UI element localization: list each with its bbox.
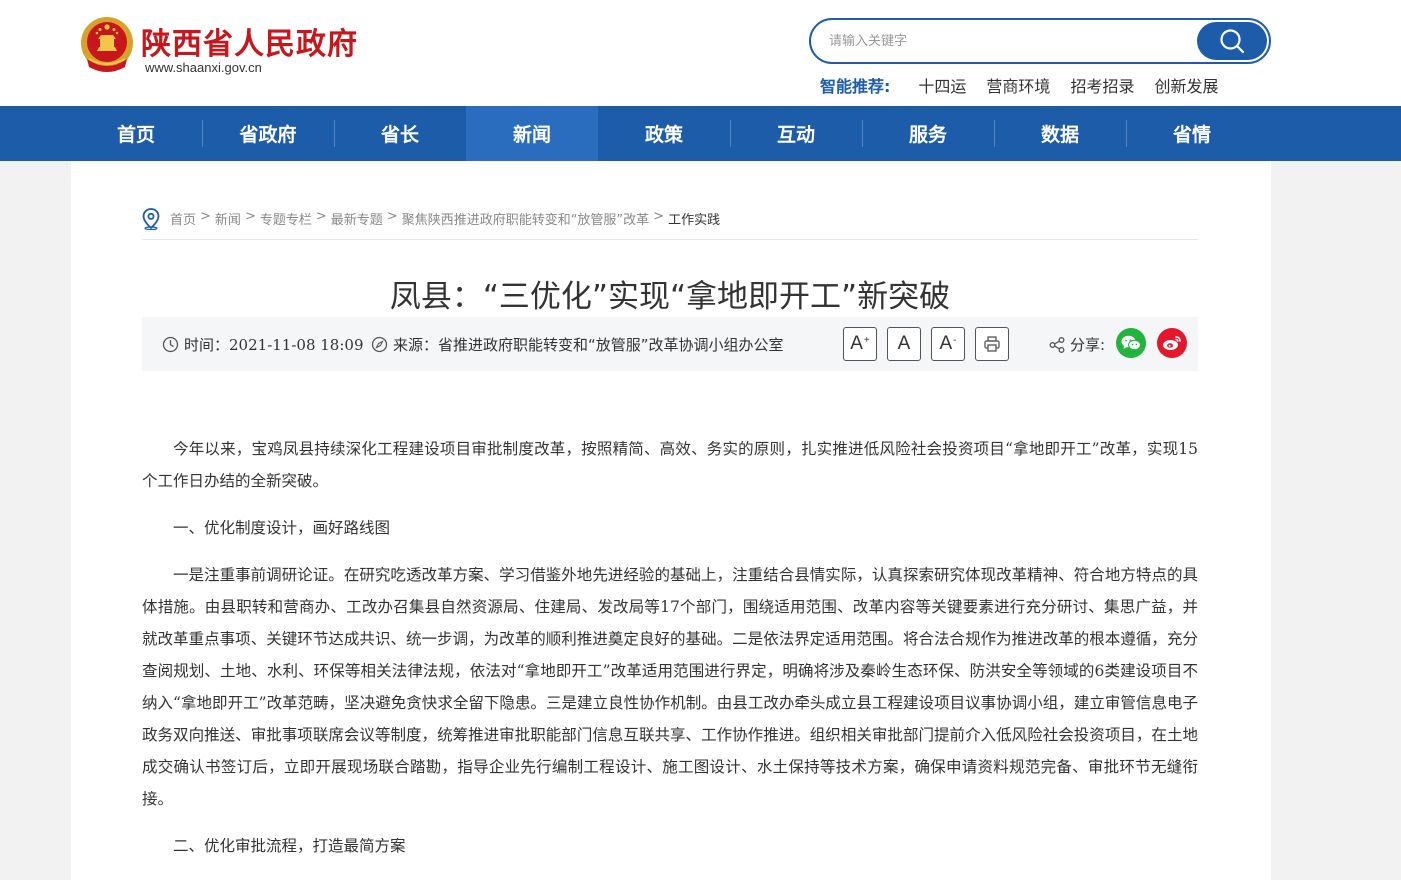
font-smaller-button[interactable]: A- [931,327,965,361]
nav-item-home[interactable]: 首页 [70,106,202,161]
site-logo[interactable]: 陕西省人民政府 www.shaanxi.gov.cn [79,15,379,79]
article-source: 来源： 省推进政府职能转变和“放管服”改革协调小组办公室 [371,334,784,355]
article-body: 今年以来，宝鸡凤县持续深化工程建设项目审批制度改革，按照精简、高效、务实的原则，… [142,433,1198,877]
breadcrumb-latest-topics[interactable]: 最新专题 [331,209,383,228]
share-icon [1049,336,1065,353]
main-content: 首页 > 新闻 > 专题专栏 > 最新专题 > 聚焦陕西推进政府职能转变和“放管… [71,161,1271,880]
nav-item-government[interactable]: 省政府 [202,106,334,161]
font-normal-button[interactable]: A [887,327,921,361]
font-smaller-sup: - [953,334,957,346]
publish-time: 时间： 2021-11-08 18:09 [162,334,364,355]
clock-icon [162,336,179,353]
font-larger-sup: + [863,334,870,346]
article-section-heading: 二、优化审批流程，打造最简方案 [173,837,406,855]
site-url: www.shaanxi.gov.cn [145,60,262,75]
nav-item-province-info[interactable]: 省情 [1126,106,1258,161]
breadcrumb-separator: > [200,209,211,224]
weibo-icon [1163,336,1181,350]
share-wechat-button[interactable] [1116,328,1146,358]
printer-icon [984,336,1000,352]
search-input[interactable] [827,29,1191,53]
smart-item-14th-games[interactable]: 十四运 [918,73,966,97]
breadcrumb-home[interactable]: 首页 [170,209,196,228]
share-weibo-button[interactable] [1157,328,1187,358]
source-value: 省推进政府职能转变和“放管服”改革协调小组办公室 [438,336,784,354]
font-smaller-label: A [939,333,953,354]
national-emblem-icon [81,17,133,72]
search-button[interactable] [1197,22,1267,60]
main-nav: 首页 省政府 省长 新闻 政策 互动 服务 数据 省情 [0,106,1401,161]
article-paragraph: 一是注重事前调研论证。在研究吃透改革方案、学习借鉴外地先进经验的基础上，注重结合… [142,566,1198,808]
nav-item-news[interactable]: 新闻 [466,106,598,161]
nav-item-service[interactable]: 服务 [862,106,994,161]
breadcrumb-separator: > [315,209,327,224]
breadcrumb-current[interactable]: 工作实践 [668,209,720,228]
breadcrumb-news[interactable]: 新闻 [215,209,241,228]
smart-recommend-label: 智能推荐: [820,77,891,96]
article-title: 凤县：“三优化”实现“拿地即开工”新突破 [389,279,951,315]
source-label: 来源： [393,336,439,354]
breadcrumb-topic[interactable]: 聚焦陕西推进政府职能转变和“放管服”改革 [402,209,649,228]
breadcrumb: 首页 > 新闻 > 专题专栏 > 最新专题 > 聚焦陕西推进政府职能转变和“放管… [142,208,1198,240]
search-icon [1220,29,1245,54]
font-larger-button[interactable]: A + [843,327,877,361]
breadcrumb-special-columns[interactable]: 专题专栏 [260,209,312,228]
font-normal-label: A [897,333,911,354]
publish-time-label: 时间： [184,336,230,354]
nav-item-governor[interactable]: 省长 [334,106,466,161]
search-box [809,18,1271,64]
site-header: 陕西省人民政府 www.shaanxi.gov.cn 智能推荐: 十四运 营商环… [0,0,1401,106]
breadcrumb-separator: > [244,209,256,224]
nav-item-policy[interactable]: 政策 [598,106,730,161]
font-larger-label: A [850,333,863,354]
location-pin-icon [142,208,160,230]
breadcrumb-separator: > [386,209,398,224]
smart-item-business-environment[interactable]: 营商环境 [986,73,1050,97]
smart-recommend: 智能推荐: 十四运 营商环境 招考招录 创新发展 [820,73,1238,97]
share-section: 分享: [1048,334,1105,355]
article-paragraph: 今年以来，宝鸡凤县持续深化工程建设项目审批制度改革，按照精简、高效、务实的原则，… [142,440,1198,490]
share-label: 分享: [1070,336,1106,354]
site-name: 陕西省人民政府 [141,27,358,62]
nav-item-interaction[interactable]: 互动 [730,106,862,161]
compass-icon [371,336,388,353]
publish-time-value: 2021-11-08 18:09 [229,335,364,354]
article-section-heading: 一、优化制度设计，画好路线图 [173,519,391,537]
smart-item-innovation[interactable]: 创新发展 [1154,73,1218,97]
nav-item-data[interactable]: 数据 [994,106,1126,161]
print-button[interactable] [975,327,1009,361]
wechat-icon [1121,335,1141,351]
smart-item-recruitment[interactable]: 招考招录 [1070,73,1134,97]
breadcrumb-separator: > [653,209,665,224]
article-meta-bar: 时间： 2021-11-08 18:09 来源： 省推进政府职能转变和“放管服”… [142,317,1198,371]
